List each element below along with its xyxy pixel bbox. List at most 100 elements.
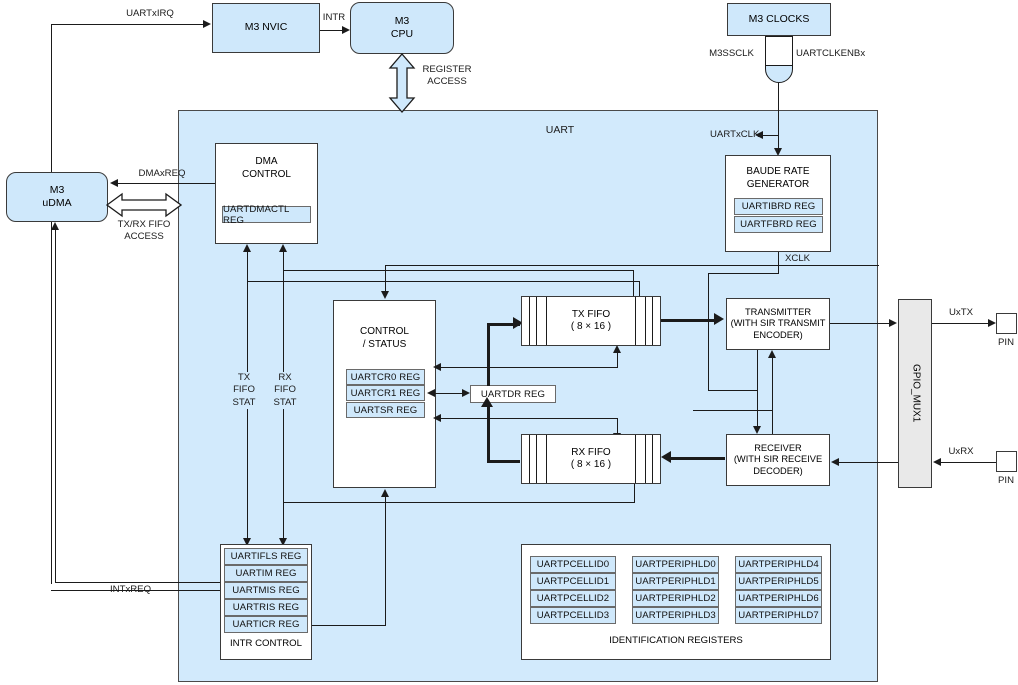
tx-fifo-divider-3 bbox=[546, 297, 548, 345]
wire-xclk-v1 bbox=[778, 252, 780, 274]
pin-tx-label: PIN bbox=[998, 337, 1014, 348]
wire-rxfifo-lower-feed bbox=[283, 502, 635, 504]
ident-col1-register-2: UARTPCELLID2 bbox=[530, 590, 616, 607]
signal-intr-label: INTR bbox=[322, 12, 346, 23]
arrow-cs-bottom-in bbox=[381, 489, 389, 497]
rx-fifo-block: RX FIFO ( 8 × 16 ) bbox=[521, 434, 661, 484]
wire-uartxclk bbox=[762, 135, 779, 137]
signal-tx-fifo-stat-label: TX FIFO STAT bbox=[224, 372, 264, 410]
arrow-uxtx-to-pin bbox=[988, 319, 996, 327]
gpio-mux-label: GPIO_MUX1 bbox=[910, 364, 922, 423]
control-status-label: CONTROL / STATUS bbox=[360, 326, 409, 350]
signal-uxtx-label: UxTX bbox=[949, 307, 973, 318]
arrow-into-udma-bottom bbox=[51, 222, 59, 230]
ident-col3-register-2: UARTPERIPHLD6 bbox=[735, 590, 822, 607]
register-uartcr1: UARTCR1 REG bbox=[346, 385, 425, 401]
identification-registers-label: IDENTIFICATION REGISTERS bbox=[609, 635, 743, 647]
wire-cs-top-in bbox=[385, 265, 387, 292]
signal-uxrx-label: UxRX bbox=[948, 446, 974, 457]
m3-clocks-block: M3 CLOCKS bbox=[727, 3, 831, 36]
uart-region-label: UART bbox=[545, 124, 575, 136]
tx-fifo-divider-1 bbox=[529, 297, 531, 345]
ident-col3-register-0: UARTPERIPHLD4 bbox=[735, 556, 822, 573]
ident-col2-register-3: UARTPERIPHLD3 bbox=[632, 607, 719, 624]
arrow-intr-to-cpu bbox=[342, 26, 350, 34]
signal-txrx-fifo-access-label: TX/RX FIFO ACCESS bbox=[117, 219, 171, 243]
arrow-rx-fifo-stat-up bbox=[279, 244, 287, 252]
arrow-uxrx-from-pin bbox=[933, 458, 941, 466]
wire-uxtx bbox=[932, 323, 990, 325]
clock-and-gate-body bbox=[765, 36, 793, 66]
ident-col2-register-1: UARTPERIPHLD1 bbox=[632, 573, 719, 590]
wire-intr bbox=[320, 30, 342, 32]
baud-rate-generator-label: BAUDE RATE GENERATOR bbox=[746, 166, 810, 190]
tx-fifo-divider-6 bbox=[634, 297, 636, 345]
register-uartfbrd: UARTFBRD REG bbox=[734, 216, 823, 233]
wire-txfifo-stat-feed bbox=[247, 281, 640, 283]
wire-cs-top-in-h bbox=[385, 265, 879, 267]
receiver-label: RECEIVER (WITH SIR RECEIVE DECODER) bbox=[733, 442, 823, 476]
signal-rx-fifo-stat-label: RX FIFO STAT bbox=[265, 372, 305, 410]
register-uartsr: UARTSR REG bbox=[346, 402, 425, 418]
wire-txfifo-to-cs-v bbox=[617, 352, 619, 368]
intr-register-4: UARTICR REG bbox=[224, 616, 308, 633]
tx-fifo-block: TX FIFO ( 8 × 16 ) bbox=[521, 296, 661, 346]
signal-intxreq-label: INTxREQ bbox=[110, 584, 152, 595]
wire-rxfifo-stat-feed bbox=[283, 270, 634, 272]
rx-fifo-divider-6 bbox=[634, 435, 636, 483]
wire-receiver-ctrl-h bbox=[693, 410, 773, 412]
wire-rx-to-tx-up bbox=[772, 356, 774, 434]
pin-tx-box bbox=[996, 313, 1017, 334]
intr-register-1: UARTIM REG bbox=[224, 565, 308, 582]
bus-receiver-to-rxfifo bbox=[668, 457, 725, 461]
wire-uartxirq-vertical bbox=[51, 24, 53, 584]
rx-fifo-divider-5 bbox=[644, 435, 646, 483]
pin-rx-label: PIN bbox=[998, 475, 1014, 486]
wire-rxfifo-to-cs bbox=[440, 418, 618, 420]
transmitter-block: TRANSMITTER (WITH SIR TRANSMIT ENCODER) bbox=[726, 298, 830, 350]
ident-col3-register-1: UARTPERIPHLD5 bbox=[735, 573, 822, 590]
intr-register-3: UARTRIS REG bbox=[224, 599, 308, 616]
pin-rx-box bbox=[996, 451, 1017, 472]
ident-col1-register-3: UARTPCELLID3 bbox=[530, 607, 616, 624]
arrow-tx-to-rx bbox=[753, 426, 761, 434]
wire-dmaxreq bbox=[118, 183, 218, 185]
signal-uartxclk-label: UARTxCLK bbox=[710, 129, 760, 140]
arrow-transmitter-to-mux bbox=[889, 319, 897, 327]
arrow-mux-to-receiver bbox=[831, 458, 839, 466]
m3-nvic-label: M3 NVIC bbox=[244, 21, 288, 34]
wire-uxrx bbox=[940, 462, 996, 464]
tx-fifo-divider-2 bbox=[536, 297, 538, 345]
rx-fifo-label: RX FIFO ( 8 × 16 ) bbox=[570, 446, 612, 471]
arrow-receiver-to-rxfifo bbox=[661, 451, 671, 463]
wire-mux-to-receiver bbox=[838, 462, 898, 464]
arrow-cs-top-in bbox=[381, 291, 389, 299]
wire-transmitter-to-mux bbox=[830, 323, 891, 325]
arrow-rx-to-tx bbox=[768, 350, 776, 358]
arrow-into-txfifo-bottom bbox=[613, 345, 621, 353]
wire-xclk-h bbox=[708, 273, 779, 275]
signal-uartxirq-label: UARTxIRQ bbox=[126, 8, 174, 19]
gpio-mux-block: GPIO_MUX1 bbox=[898, 299, 932, 488]
wire-txfifo-to-cs bbox=[440, 367, 618, 369]
m3-udma-block: M3 uDMA bbox=[6, 172, 108, 222]
arrow-tx-fifo-stat-up bbox=[243, 244, 251, 252]
intr-register-2: UARTMIS REG bbox=[224, 582, 308, 599]
ident-col2-register-0: UARTPERIPHLD0 bbox=[632, 556, 719, 573]
wire-udma-bottom-vertical bbox=[55, 228, 57, 583]
intr-register-0: UARTIFLS REG bbox=[224, 548, 308, 565]
arrow-cr1-dr-right bbox=[462, 389, 470, 397]
uart-block-diagram: UART M3 NVIC M3 CPU M3 CLOCKS UARTxIRQ I… bbox=[0, 0, 1018, 685]
arrow-txfifo-to-cs bbox=[433, 363, 441, 371]
register-uartibrd: UARTIBRD REG bbox=[734, 198, 823, 215]
dma-control-block: DMA CONTROL bbox=[215, 143, 318, 244]
ident-col1-register-0: UARTPCELLID0 bbox=[530, 556, 616, 573]
intr-control-label: INTR CONTROL bbox=[230, 638, 302, 650]
receiver-block: RECEIVER (WITH SIR RECEIVE DECODER) bbox=[726, 434, 830, 486]
wire-cs-bottom-in bbox=[385, 496, 387, 626]
signal-dmaxreq-label: DMAxREQ bbox=[138, 168, 186, 179]
wire-tx-to-rx-down bbox=[757, 350, 759, 428]
tx-fifo-divider-5 bbox=[644, 297, 646, 345]
signal-xclk-label: XCLK bbox=[785, 253, 811, 264]
register-uartcr0: UARTCR0 REG bbox=[346, 369, 425, 385]
